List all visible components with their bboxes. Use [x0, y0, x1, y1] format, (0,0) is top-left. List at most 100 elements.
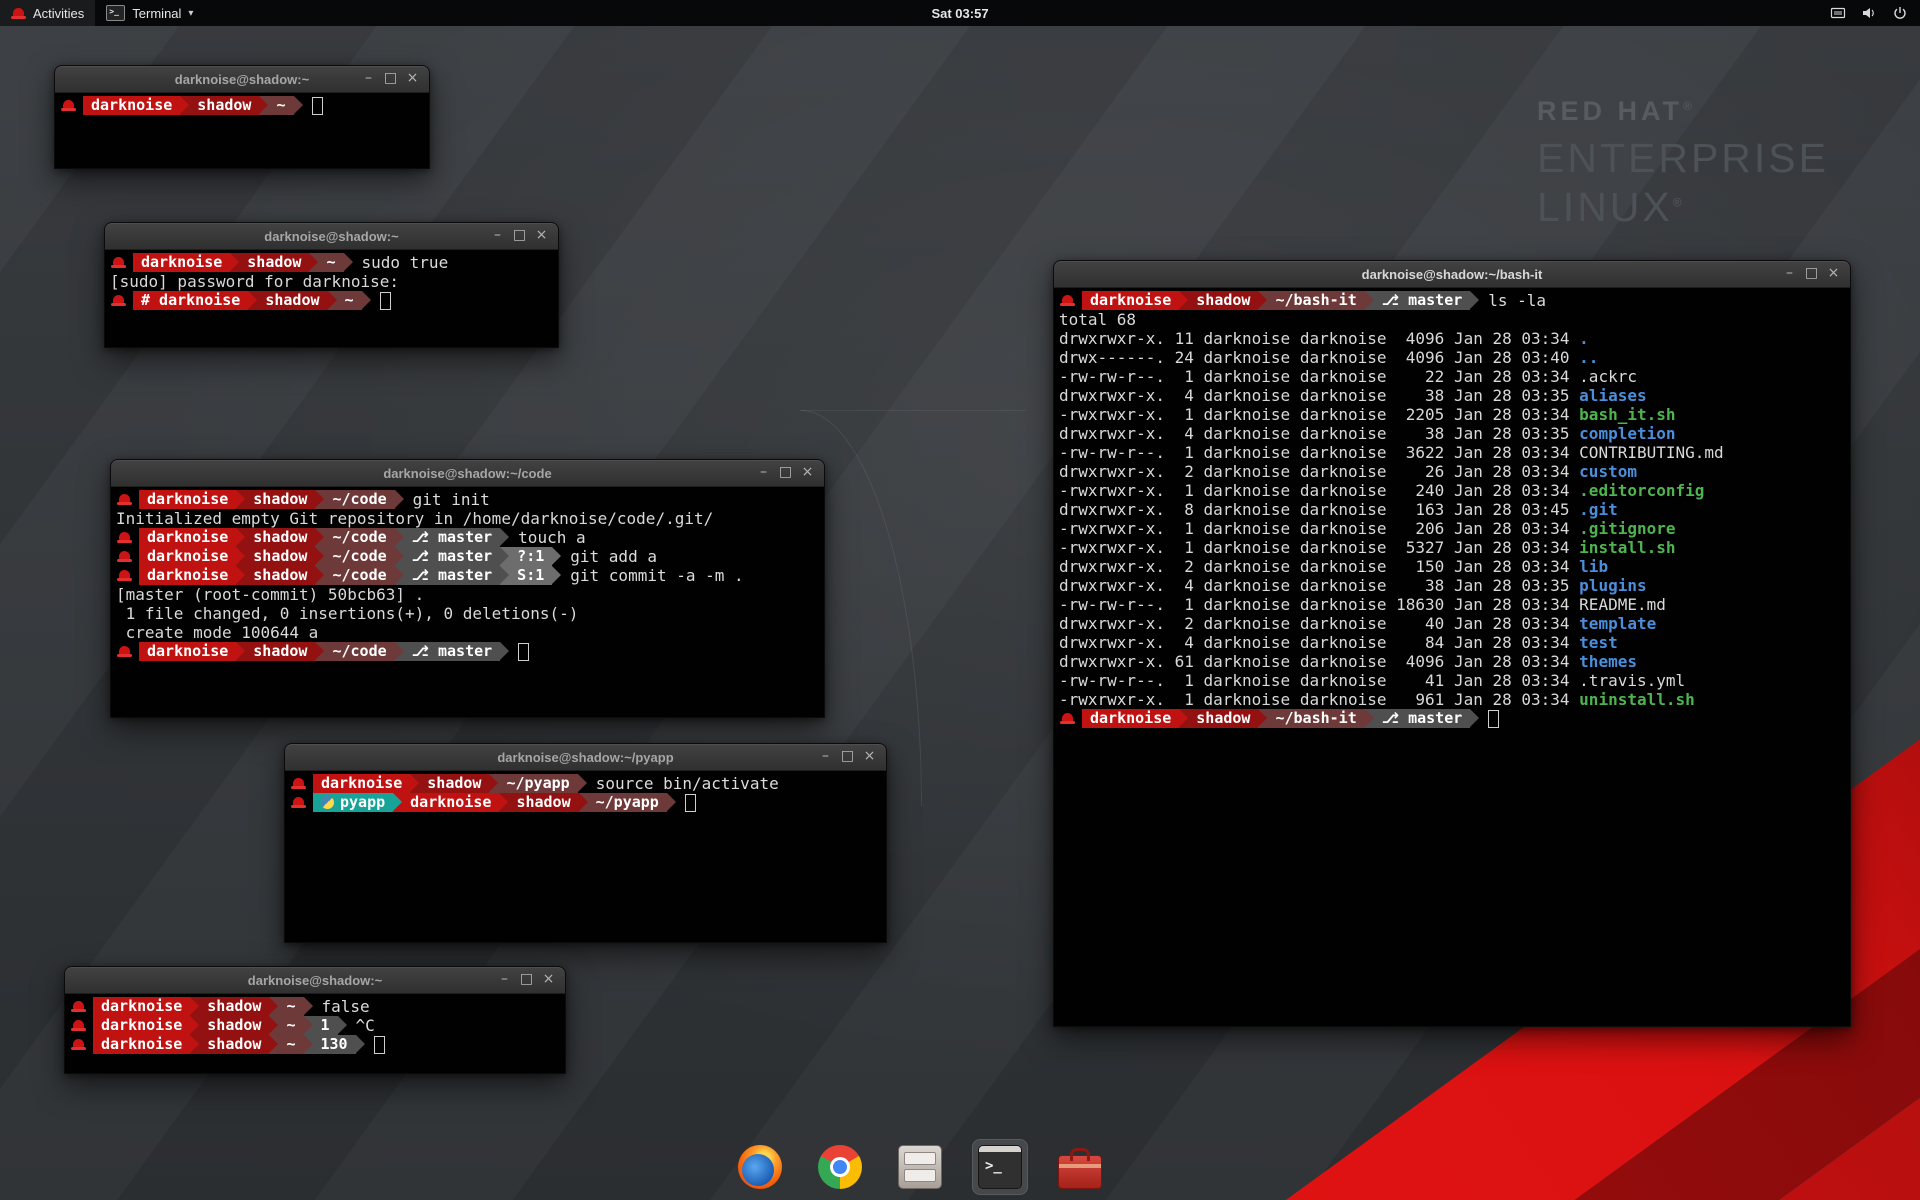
terminal-window-4: darknoise@shadow:~/pyapp–□× darknoiseshad… — [284, 743, 887, 943]
close-button[interactable]: × — [532, 227, 551, 246]
prompt-segment-host: shadow — [199, 997, 269, 1016]
display-icon[interactable] — [1830, 5, 1846, 21]
terminal-cursor — [685, 794, 696, 812]
minimize-button[interactable]: – — [816, 748, 835, 767]
window-title: darknoise@shadow:~ — [248, 973, 382, 988]
close-button[interactable]: × — [403, 70, 422, 89]
output-text: -rwxrwxr-x. 1 darknoise darknoise 206 Ja… — [1059, 519, 1579, 538]
clock[interactable]: Sat 03:57 — [931, 6, 988, 21]
minimize-button[interactable]: – — [488, 227, 507, 246]
window-titlebar[interactable]: darknoise@shadow:~ –□× — [55, 66, 429, 93]
volume-icon[interactable] — [1861, 5, 1877, 21]
app-menu[interactable]: Terminal ▾ — [95, 0, 204, 26]
output-text: drwx------. 24 darknoise darknoise 4096 … — [1059, 348, 1579, 367]
prompt-segment-git: ⎇ master — [404, 528, 501, 547]
terminal-line: Initialized empty Git repository in /hom… — [116, 509, 822, 528]
powerline-separator-icon — [500, 547, 509, 566]
power-icon[interactable] — [1892, 5, 1908, 21]
terminal-line: [sudo] password for darknoise: — [110, 272, 556, 291]
window-titlebar[interactable]: darknoise@shadow:~–□× — [105, 223, 558, 250]
dock-chrome[interactable] — [812, 1139, 868, 1195]
terminal-line: -rwxrwxr-x. 1 darknoise darknoise 5327 J… — [1059, 538, 1848, 557]
window-title: darknoise@shadow:~ — [175, 72, 309, 87]
command-text: sudo true — [362, 253, 449, 272]
powerline-separator-icon — [230, 253, 239, 272]
output-text: .ackrc — [1579, 367, 1637, 386]
close-button[interactable]: × — [798, 464, 817, 483]
window-title: darknoise@shadow:~/code — [383, 466, 551, 481]
terminal-line: drwxrwxr-x. 2 darknoise darknoise 26 Jan… — [1059, 462, 1848, 481]
window-titlebar[interactable]: darknoise@shadow:~/pyapp–□× — [285, 744, 886, 771]
powerline-separator-icon — [190, 1035, 199, 1054]
dock-terminal[interactable] — [972, 1139, 1028, 1195]
redhat-prompt-icon — [117, 645, 132, 658]
prompt-segment-path: ~ — [318, 253, 343, 272]
terminal-line: -rwxrwxr-x. 1 darknoise darknoise 240 Ja… — [1059, 481, 1848, 500]
powerline-separator-icon — [315, 528, 324, 547]
minimize-button[interactable]: – — [359, 70, 378, 89]
terminal-window-1: darknoise@shadow:~ –□× darknoiseshadow~ — [54, 65, 430, 169]
powerline-separator-icon — [1365, 291, 1374, 310]
redhat-prompt-icon — [117, 493, 132, 506]
prompt-segment-user: darknoise — [139, 490, 236, 509]
powerline-separator-icon — [190, 1016, 199, 1035]
output-text: README.md — [1579, 595, 1666, 614]
terminal-line: darknoiseshadow~/code⎇ master — [116, 642, 822, 661]
output-text: -rwxrwxr-x. 1 darknoise darknoise 2205 J… — [1059, 405, 1579, 424]
prompt-segment-user: darknoise — [139, 547, 236, 566]
terminal-content[interactable]: darknoiseshadow~/codegit initInitialized… — [111, 487, 824, 717]
close-button[interactable]: × — [860, 748, 879, 767]
maximize-button[interactable]: □ — [381, 70, 400, 89]
output-text: -rwxrwxr-x. 1 darknoise darknoise 5327 J… — [1059, 538, 1579, 557]
terminal-line: drwxrwxr-x. 4 darknoise darknoise 38 Jan… — [1059, 424, 1848, 443]
powerline-separator-icon — [489, 774, 498, 793]
output-text: plugins — [1579, 576, 1646, 595]
close-button[interactable]: × — [1824, 265, 1843, 284]
output-text: drwxrwxr-x. 11 darknoise darknoise 4096 … — [1059, 329, 1579, 348]
window-titlebar[interactable]: darknoise@shadow:~ –□× — [65, 967, 565, 994]
output-text: Initialized empty Git repository in /hom… — [116, 509, 713, 528]
maximize-button[interactable]: □ — [1802, 265, 1821, 284]
window-titlebar[interactable]: darknoise@shadow:~/code –□× — [111, 460, 824, 487]
maximize-button[interactable]: □ — [517, 971, 536, 990]
output-text: uninstall.sh — [1579, 690, 1695, 709]
terminal-line: darknoiseshadow~/pyappsource bin/activat… — [290, 774, 884, 793]
dock-files[interactable] — [892, 1139, 948, 1195]
terminal-content[interactable]: darknoiseshadow~ — [55, 93, 429, 168]
terminal-line: 1 file changed, 0 insertions(+), 0 delet… — [116, 604, 822, 623]
redhat-logo-icon — [11, 7, 26, 20]
maximize-button[interactable]: □ — [838, 748, 857, 767]
dock-firefox[interactable] — [732, 1139, 788, 1195]
minimize-button[interactable]: – — [754, 464, 773, 483]
terminal-line: drwx------. 24 darknoise darknoise 4096 … — [1059, 348, 1848, 367]
prompt-segment-path: ~/code — [324, 490, 394, 509]
powerline-separator-icon — [1365, 709, 1374, 728]
terminal-content[interactable]: darknoiseshadow~/pyappsource bin/activat… — [285, 771, 886, 942]
powerline-separator-icon — [304, 1016, 313, 1035]
dock-software[interactable] — [1052, 1139, 1108, 1195]
output-text: .travis.yml — [1579, 671, 1685, 690]
close-button[interactable]: × — [539, 971, 558, 990]
command-text: git commit -a -m . — [570, 566, 743, 585]
prompt-segment-git: ⎇ master — [1374, 709, 1471, 728]
dock-app-grid[interactable] — [1132, 1139, 1188, 1195]
powerline-separator-icon — [315, 642, 324, 661]
maximize-button[interactable]: □ — [776, 464, 795, 483]
activities-button[interactable]: Activities — [0, 0, 95, 26]
prompt-segment-host: shadow — [245, 642, 315, 661]
output-text: .gitignore — [1579, 519, 1675, 538]
window-titlebar[interactable]: darknoise@shadow:~/bash-it –□× — [1054, 261, 1850, 288]
minimize-button[interactable]: – — [1780, 265, 1799, 284]
window-controls: –□× — [1780, 261, 1843, 287]
terminal-content[interactable]: darknoiseshadow~falsedarknoiseshadow~1^C… — [65, 994, 565, 1073]
powerline-separator-icon — [236, 528, 245, 547]
terminal-content[interactable]: darknoiseshadow~sudo true[sudo] password… — [105, 250, 558, 347]
minimize-button[interactable]: – — [495, 971, 514, 990]
terminal-content[interactable]: darknoiseshadow~/bash-it⎇ masterls -lato… — [1054, 288, 1850, 1026]
prompt-segment-user: darknoise — [1082, 709, 1179, 728]
terminal-line: create mode 100644 a — [116, 623, 822, 642]
maximize-button[interactable]: □ — [510, 227, 529, 246]
terminal-cursor — [1488, 710, 1499, 728]
prompt-segment-path: ~ — [278, 997, 303, 1016]
window-title: darknoise@shadow:~/bash-it — [1362, 267, 1543, 282]
